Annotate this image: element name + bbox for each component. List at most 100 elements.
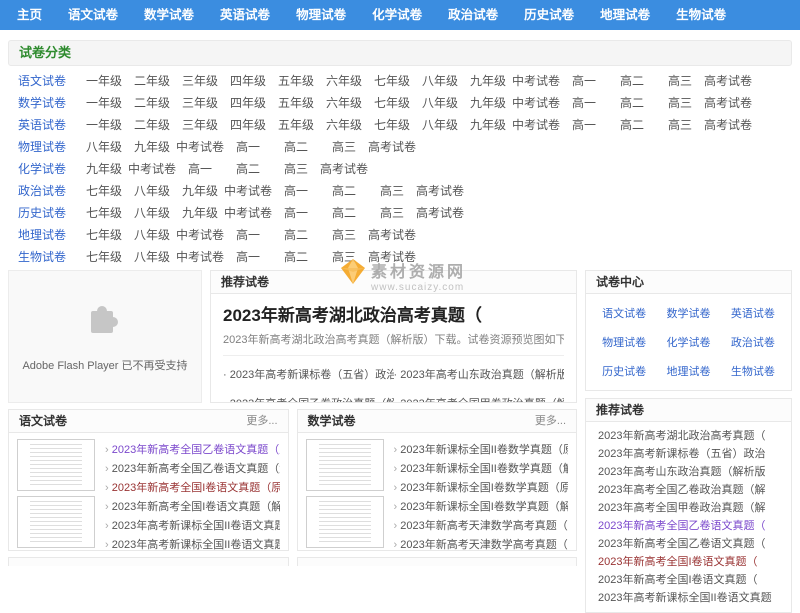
paper-link[interactable]: 2023年新课标全国I卷数学真题（解析版） xyxy=(394,498,569,517)
category-grade-link[interactable]: 九年级 xyxy=(176,202,224,224)
paper-center-link[interactable]: 地理试卷 xyxy=(656,363,720,379)
category-grade-link[interactable]: 高三 xyxy=(368,202,416,224)
category-grade-link[interactable]: 三年级 xyxy=(176,114,224,136)
category-grade-link[interactable]: 五年级 xyxy=(272,70,320,92)
category-grade-link[interactable]: 一年级 xyxy=(80,114,128,136)
category-label-link[interactable]: 数学试卷 xyxy=(18,92,80,114)
chinese-more-link[interactable]: 更多... xyxy=(246,410,277,432)
paper-center-link[interactable]: 语文试卷 xyxy=(592,305,656,321)
category-label-link[interactable]: 地理试卷 xyxy=(18,224,80,246)
featured-item-link[interactable]: 2023年高考全国甲卷政治真题（解 xyxy=(394,395,565,403)
nav-item[interactable]: 化学试卷 xyxy=(359,0,435,30)
category-grade-link[interactable]: 四年级 xyxy=(224,70,272,92)
category-grade-link[interactable]: 高三 xyxy=(320,224,368,246)
featured-item-link[interactable]: 2023年高考山东政治真题（解析版 xyxy=(394,366,565,382)
category-grade-link[interactable]: 高二 xyxy=(272,136,320,158)
category-grade-link[interactable]: 二年级 xyxy=(128,92,176,114)
category-grade-link[interactable]: 高一 xyxy=(560,92,608,114)
category-grade-link[interactable]: 三年级 xyxy=(176,92,224,114)
category-grade-link[interactable]: 高一 xyxy=(272,202,320,224)
category-grade-link[interactable]: 高三 xyxy=(320,246,368,268)
category-label-link[interactable]: 生物试卷 xyxy=(18,246,80,268)
category-grade-link[interactable]: 高三 xyxy=(272,158,320,180)
paper-link[interactable]: 2023年新高考湖北政治高考真题（ xyxy=(598,427,779,445)
category-grade-link[interactable]: 高考试卷 xyxy=(704,114,752,136)
category-grade-link[interactable]: 八年级 xyxy=(416,114,464,136)
category-grade-link[interactable]: 八年级 xyxy=(128,202,176,224)
document-thumbnail[interactable] xyxy=(306,439,384,491)
nav-item[interactable]: 英语试卷 xyxy=(207,0,283,30)
category-grade-link[interactable]: 八年级 xyxy=(128,180,176,202)
category-grade-link[interactable]: 中考试卷 xyxy=(224,202,272,224)
paper-center-link[interactable]: 政治试卷 xyxy=(721,334,785,350)
category-grade-link[interactable]: 九年级 xyxy=(80,158,128,180)
featured-item-link[interactable]: 2023年高考全国乙卷政治真题（解 xyxy=(223,395,394,403)
nav-item[interactable]: 主页 xyxy=(4,0,55,30)
paper-link[interactable]: 2023年高考全国甲卷政治真题（解 xyxy=(598,499,779,517)
nav-item[interactable]: 历史试卷 xyxy=(511,0,587,30)
category-grade-link[interactable]: 四年级 xyxy=(224,114,272,136)
category-grade-link[interactable]: 中考试卷 xyxy=(512,70,560,92)
category-grade-link[interactable]: 七年级 xyxy=(80,224,128,246)
category-grade-link[interactable]: 三年级 xyxy=(176,70,224,92)
category-grade-link[interactable]: 高二 xyxy=(608,114,656,136)
category-grade-link[interactable]: 八年级 xyxy=(416,70,464,92)
category-grade-link[interactable]: 九年级 xyxy=(464,92,512,114)
category-grade-link[interactable]: 四年级 xyxy=(224,92,272,114)
category-grade-link[interactable]: 高三 xyxy=(656,70,704,92)
paper-center-link[interactable]: 生物试卷 xyxy=(721,363,785,379)
paper-link[interactable]: 2023年新高考全国I卷语文真题（解析版） xyxy=(105,498,280,517)
category-grade-link[interactable]: 九年级 xyxy=(176,180,224,202)
paper-link[interactable]: 2023年新课标全国I卷数学真题（原卷版） xyxy=(394,479,569,498)
category-grade-link[interactable]: 五年级 xyxy=(272,92,320,114)
nav-item[interactable]: 语文试卷 xyxy=(55,0,131,30)
category-grade-link[interactable]: 高一 xyxy=(176,158,224,180)
category-grade-link[interactable]: 高三 xyxy=(656,92,704,114)
category-grade-link[interactable]: 七年级 xyxy=(80,180,128,202)
category-grade-link[interactable]: 五年级 xyxy=(272,114,320,136)
paper-link[interactable]: 2023年高考新课标全国II卷语文真题（原卷版） xyxy=(105,517,280,536)
category-grade-link[interactable]: 七年级 xyxy=(368,70,416,92)
nav-item[interactable]: 地理试卷 xyxy=(587,0,663,30)
category-grade-link[interactable]: 高考试卷 xyxy=(368,224,416,246)
category-grade-link[interactable]: 高二 xyxy=(272,224,320,246)
nav-item[interactable]: 政治试卷 xyxy=(435,0,511,30)
category-grade-link[interactable]: 高二 xyxy=(608,92,656,114)
paper-link[interactable]: 2023年高考新课标全国II卷语文真题（解析版） xyxy=(105,536,280,551)
paper-link[interactable]: 2023年新高考全国乙卷语文真题（解析版） xyxy=(105,460,280,479)
category-grade-link[interactable]: 高一 xyxy=(224,136,272,158)
category-label-link[interactable]: 语文试卷 xyxy=(18,70,80,92)
category-grade-link[interactable]: 中考试卷 xyxy=(224,180,272,202)
paper-link[interactable]: 2023年新高考全国I卷语文真题（ xyxy=(598,553,779,571)
category-grade-link[interactable]: 高二 xyxy=(272,246,320,268)
category-grade-link[interactable]: 六年级 xyxy=(320,70,368,92)
category-grade-link[interactable]: 高考试卷 xyxy=(368,136,416,158)
category-label-link[interactable]: 政治试卷 xyxy=(18,180,80,202)
category-grade-link[interactable]: 高三 xyxy=(368,180,416,202)
category-grade-link[interactable]: 中考试卷 xyxy=(176,224,224,246)
category-grade-link[interactable]: 九年级 xyxy=(464,114,512,136)
featured-headline-link[interactable]: 2023年新高考湖北政治高考真题（ xyxy=(223,301,564,326)
paper-link[interactable]: 2023年新高考天津数学高考真题（原卷版） xyxy=(394,517,569,536)
paper-link[interactable]: 2023年高考新课标全国II卷语文真题 xyxy=(598,589,779,607)
nav-item[interactable]: 生物试卷 xyxy=(663,0,739,30)
category-grade-link[interactable]: 八年级 xyxy=(80,136,128,158)
paper-center-link[interactable]: 英语试卷 xyxy=(721,305,785,321)
category-grade-link[interactable]: 高考试卷 xyxy=(320,158,368,180)
category-grade-link[interactable]: 二年级 xyxy=(128,70,176,92)
category-grade-link[interactable]: 高一 xyxy=(560,70,608,92)
category-label-link[interactable]: 英语试卷 xyxy=(18,114,80,136)
category-grade-link[interactable]: 一年级 xyxy=(80,70,128,92)
category-label-link[interactable]: 物理试卷 xyxy=(18,136,80,158)
document-thumbnail[interactable] xyxy=(17,439,95,491)
category-grade-link[interactable]: 八年级 xyxy=(128,246,176,268)
document-thumbnail[interactable] xyxy=(17,496,95,548)
category-grade-link[interactable]: 高考试卷 xyxy=(416,202,464,224)
category-grade-link[interactable]: 高考试卷 xyxy=(704,70,752,92)
category-grade-link[interactable]: 高二 xyxy=(320,202,368,224)
category-grade-link[interactable]: 中考试卷 xyxy=(176,246,224,268)
category-grade-link[interactable]: 六年级 xyxy=(320,114,368,136)
paper-link[interactable]: 2023年高考山东政治真题（解析版 xyxy=(598,463,779,481)
paper-link[interactable]: 2023年新课标全国II卷数学真题（原卷版） xyxy=(394,441,569,460)
category-grade-link[interactable]: 高二 xyxy=(320,180,368,202)
